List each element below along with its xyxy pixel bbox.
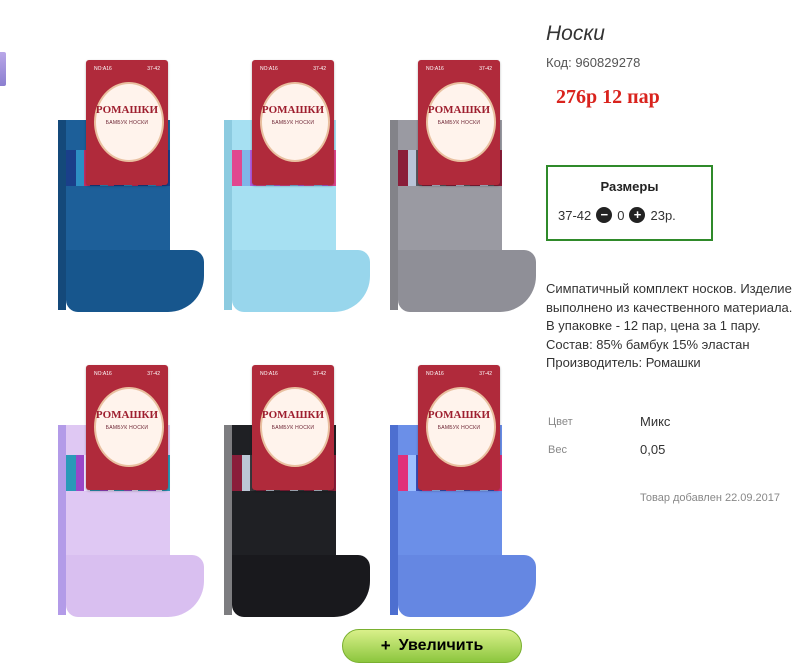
package-label: NO:A16 37-42 РОМАШКИ БАМБУК НОСКИ bbox=[86, 60, 168, 185]
sock-pack: NO:A16 37-42 РОМАШКИ БАМБУК НОСКИ bbox=[390, 355, 540, 635]
sock-pack: NO:A16 37-42 РОМАШКИ БАМБУК НОСКИ bbox=[224, 355, 374, 635]
product-code: Код: 960829278 bbox=[546, 55, 641, 70]
package-label: NO:A16 37-42 РОМАШКИ БАМБУК НОСКИ bbox=[252, 60, 334, 185]
sock-pack: NO:A16 37-42 РОМАШКИ БАМБУК НОСКИ bbox=[58, 50, 208, 330]
sock-pack: NO:A16 37-42 РОМАШКИ БАМБУК НОСКИ bbox=[58, 355, 208, 635]
package-label: NO:A16 37-42 РОМАШКИ БАМБУК НОСКИ bbox=[252, 365, 334, 490]
package-label: NO:A16 37-42 РОМАШКИ БАМБУК НОСКИ bbox=[418, 60, 500, 185]
unit-price: 23р. bbox=[650, 207, 676, 223]
package-label: NO:A16 37-42 РОМАШКИ БАМБУК НОСКИ bbox=[418, 365, 500, 490]
plus-icon[interactable]: + bbox=[629, 207, 646, 223]
plus-icon: + bbox=[380, 636, 391, 655]
added-date: Товар добавлен 22.09.2017 bbox=[640, 492, 781, 504]
package-label: NO:A16 37-42 РОМАШКИ БАМБУК НОСКИ bbox=[86, 365, 168, 490]
minus-icon[interactable]: − bbox=[596, 207, 613, 223]
sock-pack: NO:A16 37-42 РОМАШКИ БАМБУК НОСКИ bbox=[390, 50, 540, 330]
sizes-title: Размеры bbox=[600, 179, 659, 194]
product-price: 276р 12 пар bbox=[556, 86, 660, 108]
product-description: Симпатичный комплект носков. Изделие вып… bbox=[546, 281, 793, 371]
sock-pack: NO:A16 37-42 РОМАШКИ БАМБУК НОСКИ bbox=[224, 50, 374, 330]
zoom-button[interactable]: + Увеличить bbox=[342, 629, 522, 663]
thumbnail-strip[interactable] bbox=[0, 52, 6, 86]
product-title: Носки bbox=[546, 22, 605, 45]
size-label: 37-42 bbox=[558, 207, 592, 223]
product-gallery: NO:A16 37-42 РОМАШКИ БАМБУК НОСКИ NO:A16 3… bbox=[0, 0, 540, 663]
attribute-label: Вес bbox=[548, 444, 567, 456]
product-info: Носки Код: 960829278 276р 12 пар Размеры… bbox=[546, 0, 803, 660]
sizes-panel: Размеры 37-42 − 0 + 23р. bbox=[546, 165, 713, 241]
zoom-label: Увеличить bbox=[398, 637, 484, 654]
quantity-value: 0 bbox=[617, 207, 625, 223]
attribute-value: 0,05 bbox=[640, 442, 666, 457]
attribute-value: Микс bbox=[640, 414, 671, 429]
size-row: 37-42 − 0 + 23р. bbox=[558, 207, 676, 223]
attribute-label: Цвет bbox=[548, 416, 573, 428]
product-image[interactable]: NO:A16 37-42 РОМАШКИ БАМБУК НОСКИ NO:A16 3… bbox=[48, 40, 536, 650]
